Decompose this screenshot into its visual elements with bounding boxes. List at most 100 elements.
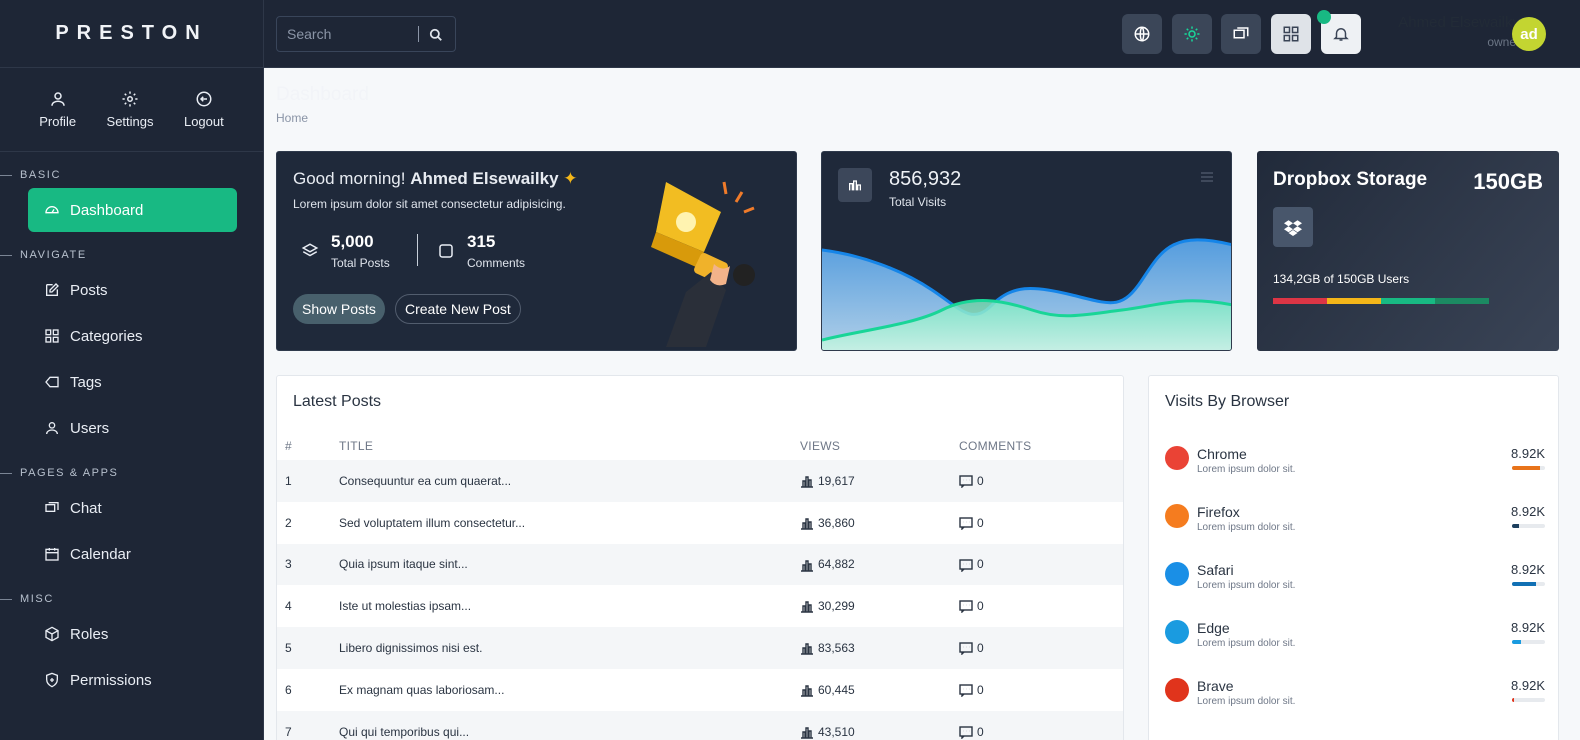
table-row[interactable]: 2 Sed voluptatem illum consectetur... 36,8… [277,502,1123,544]
row-comments: 0 [959,669,1123,711]
browser-name: Brave [1197,678,1234,694]
grid-icon [45,329,59,343]
browser-name: Firefox [1197,504,1240,520]
latest-posts-card: Latest Posts # TITLE VIEWS COMMENTS 1 Con… [276,375,1124,740]
brand-logo[interactable]: PRESTON [0,0,263,68]
chat-icon [1233,27,1249,39]
browser-name: Chrome [1197,446,1247,462]
table-row[interactable]: 6 Ex magnam quas laboriosam... 60,445 0 [277,669,1123,711]
comment-icon [959,475,973,489]
sidebar-item-users[interactable]: Users [28,406,237,450]
visits-area-chart [822,238,1231,350]
search-input[interactable]: Search [276,16,456,52]
sidebar-item-label: Calendar [70,545,131,563]
row-title[interactable]: Libero dignissimos nisi est. [339,627,800,669]
table-row[interactable]: 1 Consequuntur ea cum quaerat... 19,617 0 [277,460,1123,502]
search-icon[interactable] [429,28,443,42]
trophy-illustration [651,181,755,347]
storage-segment [1381,298,1435,304]
comment-icon [959,600,973,614]
sidebar-item-categories[interactable]: Categories [28,314,237,358]
sidebar-item-label: Categories [70,327,143,345]
browser-progress [1512,466,1545,470]
col-views: VIEWS [800,439,841,453]
globe-icon [1134,26,1150,42]
storage-segment [1327,298,1381,304]
user-icon [46,422,58,435]
sidebar-item-label: Dashboard [70,201,144,219]
row-views: 36,860 [800,502,959,544]
comments-value: 0 [977,515,984,530]
views-value: 36,860 [818,515,855,530]
table-row[interactable]: 5 Libero dignissimos nisi est. 83,563 0 [277,627,1123,669]
row-index: 6 [285,682,292,697]
dropbox-used-label: 134,2GB of 150GB Users [1273,272,1410,286]
user-menu[interactable]: Ahmed Elsewailky owner [1398,14,1520,49]
browser-value: 8.92K [1511,504,1545,519]
profile-link[interactable]: Profile [39,90,76,129]
table-row[interactable]: 7 Qui qui temporibus qui... 43,510 0 [277,710,1123,740]
create-post-button[interactable]: Create New Post [395,294,521,324]
posts-label: Total Posts [331,256,390,270]
row-comments: 0 [959,502,1123,544]
row-title[interactable]: Ex magnam quas laboriosam... [339,669,800,711]
row-title[interactable]: Iste ut molestias ipsam... [339,585,800,627]
bar-chart-icon [801,601,813,614]
col-index: # [285,439,292,453]
total-visits-card: 856,932 Total Visits [821,151,1232,351]
search-placeholder: Search [287,26,332,42]
edge-logo-icon [1165,620,1189,644]
logout-link[interactable]: Logout [184,90,224,129]
sidebar-item-posts[interactable]: Posts [28,268,237,312]
row-views: 83,563 [800,627,959,669]
sidebar-item-permissions[interactable]: Permissions [28,658,237,702]
browser-progress-fill [1512,466,1541,470]
row-title[interactable]: Qui qui temporibus qui... [339,710,800,740]
row-index: 7 [277,710,339,740]
browser-progress [1512,640,1545,644]
sidebar-item-dashboard[interactable]: Dashboard [28,188,237,232]
views-value: 83,563 [818,640,855,655]
row-comments: 0 [959,710,1123,740]
notification-dot [1317,10,1331,24]
tag-icon [45,376,59,388]
row-title[interactable]: Sed voluptatem illum consectetur... [339,502,800,544]
show-posts-button[interactable]: Show Posts [293,294,385,324]
settings-link[interactable]: Settings [107,90,154,129]
sidebar-item-chat[interactable]: Chat [28,486,237,530]
apps-button[interactable] [1271,14,1311,54]
dropbox-icon [1273,207,1313,247]
profile-label: Profile [39,114,77,129]
language-button[interactable] [1122,14,1162,54]
avatar[interactable]: ad [1512,17,1546,51]
browser-value: 8.92K [1511,446,1545,461]
table-row[interactable]: 3 Quia ipsum itaque sint... 64,882 0 [277,543,1123,586]
latest-posts-title: Latest Posts [293,393,382,410]
row-views: 64,882 [800,543,959,586]
row-views: 60,445 [800,669,959,711]
gear-icon [122,91,138,107]
sidebar-item-label: Chat [70,499,102,517]
row-title[interactable]: Quia ipsum itaque sint... [339,543,800,586]
greeting: Good morning! Ahmed Elsewailky ✦ [293,169,578,189]
user-icon [50,92,65,106]
browser-progress-fill [1512,582,1536,586]
sidebar-item-tags[interactable]: Tags [28,360,237,404]
browser-sub: Lorem ipsum dolor sit. [1197,696,1296,707]
menu-icon[interactable] [1201,172,1213,182]
browser-progress-fill [1512,640,1522,644]
sidebar-item-calendar[interactable]: Calendar [28,532,237,576]
messages-button[interactable] [1221,14,1261,54]
row-views: 19,617 [800,460,959,502]
greeting-text: Good morning! [293,169,406,188]
bar-chart-icon [801,476,813,488]
bar-chart-icon [801,518,813,530]
breadcrumb[interactable]: Home [276,111,308,125]
sidebar-item-roles[interactable]: Roles [28,612,237,656]
row-title[interactable]: Consequuntur ea cum quaerat... [339,460,800,502]
table-row[interactable]: 4 Iste ut molestias ipsam... 30,299 0 [277,585,1123,627]
edit-icon [46,283,59,296]
views-value: 64,882 [818,557,855,572]
table-header-row: # TITLE VIEWS COMMENTS [277,432,1123,460]
theme-toggle-button[interactable] [1172,14,1212,54]
